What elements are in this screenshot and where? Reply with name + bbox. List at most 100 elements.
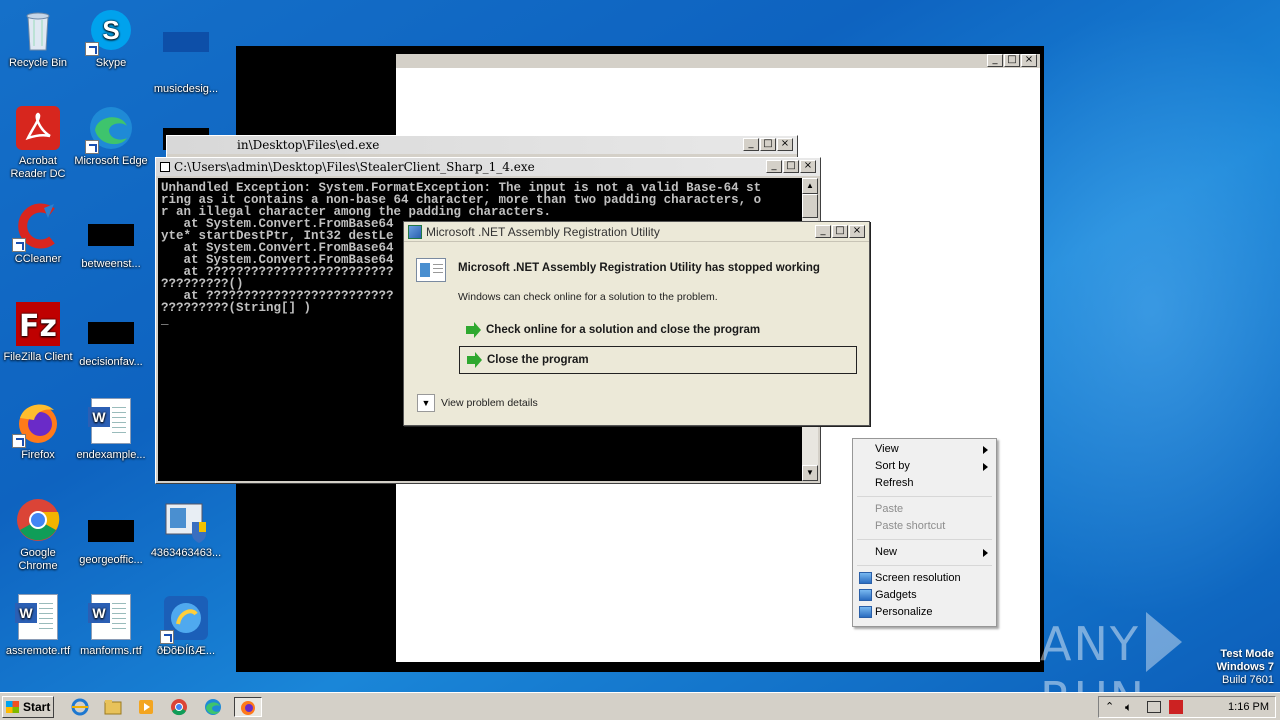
start-button[interactable]: Start (2, 696, 54, 718)
scroll-up-button[interactable]: ▲ (802, 178, 818, 194)
console-back-title[interactable]: in\Desktop\Files\ed.exe (167, 136, 797, 154)
taskbar-firefox-icon[interactable] (234, 697, 262, 717)
menu-item-screen-resolution[interactable]: Screen resolution (855, 570, 994, 587)
desktop-icon-installer[interactable]: 4363463463... (148, 496, 224, 560)
maximize-button[interactable]: □ (783, 160, 799, 173)
console-front-titlebar[interactable]: C:\Users\admin\Desktop\Files\StealerClie… (156, 158, 820, 176)
expand-details-button[interactable]: ▼ (417, 394, 435, 412)
recycle-bin-icon (14, 6, 62, 54)
word-document-icon: W (87, 594, 135, 642)
desktop-icon-label: georgeoffic... (79, 554, 143, 566)
clock[interactable]: 1:16 PM (1228, 701, 1269, 713)
desktop-icon-app[interactable]: ðÐõÐÍßÆ... (148, 594, 224, 658)
desktop-icon-decisionfav[interactable]: decisionfav... (73, 310, 149, 369)
taskbar-media-icon[interactable] (136, 697, 158, 717)
desktop-icon-filezilla[interactable]: Fz FileZilla Client (0, 300, 76, 364)
maximize-button[interactable]: □ (1004, 54, 1020, 67)
menu-item-new[interactable]: New (855, 544, 994, 561)
minimize-button[interactable]: _ (766, 160, 782, 173)
submenu-arrow-icon (983, 549, 988, 557)
menu-item-view[interactable]: View (855, 441, 994, 458)
os-label: Windows 7 (1216, 661, 1274, 673)
check-online-option[interactable]: Check online for a solution and close th… (459, 317, 857, 345)
desktop-icon-ccleaner[interactable]: CCleaner (0, 202, 76, 266)
personalize-icon (859, 606, 872, 618)
menu-separator (857, 539, 992, 540)
menu-item-label: Paste shortcut (875, 520, 946, 532)
dialog-title: Microsoft .NET Assembly Registration Uti… (426, 225, 660, 239)
word-document-icon: W (14, 594, 62, 642)
menu-item-label: Sort by (875, 460, 910, 472)
show-hidden-icons-icon[interactable]: ⌃ (1105, 700, 1114, 713)
dialog-subtext: Windows can check online for a solution … (458, 291, 718, 303)
desktop-icon-skype[interactable]: S Skype (73, 6, 149, 70)
close-button[interactable]: × (1021, 54, 1037, 67)
menu-item-label: View (875, 443, 899, 455)
view-details-link[interactable]: View problem details (441, 397, 538, 409)
taskbar-ie-icon[interactable] (70, 697, 92, 717)
menu-item-sort-by[interactable]: Sort by (855, 458, 994, 475)
desktop-icon-label: Skype (95, 57, 127, 69)
desktop-icon-chrome[interactable]: Google Chrome (0, 496, 76, 573)
desktop-icon-label: Google Chrome (18, 547, 58, 572)
maximize-button[interactable]: □ (832, 225, 848, 238)
menu-item-label: New (875, 546, 898, 558)
network-icon[interactable] (1147, 701, 1161, 713)
desktop-icon-label: CCleaner (14, 253, 62, 265)
taskbar-edge-icon[interactable] (203, 697, 225, 717)
desktop-icon-manforms[interactable]: W manforms.rtf (73, 594, 149, 658)
dialog-heading: Microsoft .NET Assembly Registration Uti… (458, 262, 820, 274)
close-button[interactable]: × (777, 138, 793, 151)
menu-item-label: Gadgets (875, 589, 917, 601)
blank-window-titlebar[interactable] (396, 54, 1040, 68)
watermark-left: ANY (1040, 617, 1140, 671)
menu-item-paste[interactable]: Paste (855, 501, 994, 518)
menu-item-gadgets[interactable]: Gadgets (855, 587, 994, 604)
desktop-icon-betweenst[interactable]: betweenst... (73, 212, 149, 271)
close-button[interactable]: × (849, 225, 865, 238)
program-icon (416, 258, 446, 282)
menu-item-personalize[interactable]: Personalize (855, 604, 994, 621)
minimize-button[interactable]: _ (987, 54, 1003, 67)
error-dialog[interactable]: Microsoft .NET Assembly Registration Uti… (403, 221, 870, 426)
submenu-arrow-icon (983, 463, 988, 471)
installer-icon (162, 496, 210, 544)
scroll-down-button[interactable]: ▼ (802, 465, 818, 481)
desktop-icon-georgeoffic[interactable]: georgeoffic... (73, 508, 149, 567)
desktop-icon-label: endexample... (76, 449, 146, 461)
submenu-arrow-icon (983, 446, 988, 454)
maximize-button[interactable]: □ (760, 138, 776, 151)
desktop-icon-musicdesign[interactable]: musicdesig... (148, 6, 224, 96)
menu-separator (857, 496, 992, 497)
scroll-thumb[interactable] (802, 194, 818, 218)
firefox-icon (12, 398, 62, 448)
desktop-icon-assremote[interactable]: W assremote.rtf (0, 594, 76, 658)
console-back-caption-buttons: _ □ × (743, 138, 793, 151)
volume-icon[interactable]: 🔈︎ (1125, 700, 1132, 715)
menu-item-label: Refresh (875, 477, 914, 489)
play-logo-icon (1145, 612, 1182, 672)
desktop-icon-recycle-bin[interactable]: Recycle Bin (0, 6, 76, 70)
close-program-option[interactable]: Close the program (459, 346, 857, 374)
menu-item-refresh[interactable]: Refresh (855, 475, 994, 492)
no-network-icon[interactable] (1169, 700, 1183, 714)
menu-separator (857, 565, 992, 566)
menu-item-paste-shortcut[interactable]: Paste shortcut (855, 518, 994, 535)
close-button[interactable]: × (800, 160, 816, 173)
taskbar-chrome-icon[interactable] (169, 697, 191, 717)
dialog-titlebar[interactable]: Microsoft .NET Assembly Registration Uti… (404, 222, 869, 242)
close-program-label: Close the program (487, 354, 589, 366)
desktop-icon-endexample[interactable]: W endexample... (73, 398, 149, 462)
console-front-title: C:\Users\admin\Desktop\Files\StealerClie… (174, 160, 535, 174)
desktop-icon-firefox[interactable]: Firefox (0, 398, 76, 462)
menu-item-label: Personalize (875, 606, 933, 618)
chrome-icon (14, 496, 62, 544)
taskbar-explorer-icon[interactable] (103, 697, 125, 717)
redacted-icon (88, 322, 134, 344)
desktop-icon-acrobat[interactable]: Acrobat Reader DC (0, 104, 76, 181)
desktop-icon-edge[interactable]: Microsoft Edge (73, 104, 149, 168)
minimize-button[interactable]: _ (815, 225, 831, 238)
redacted-icon (88, 520, 134, 542)
svg-text:S: S (102, 15, 119, 45)
minimize-button[interactable]: _ (743, 138, 759, 151)
